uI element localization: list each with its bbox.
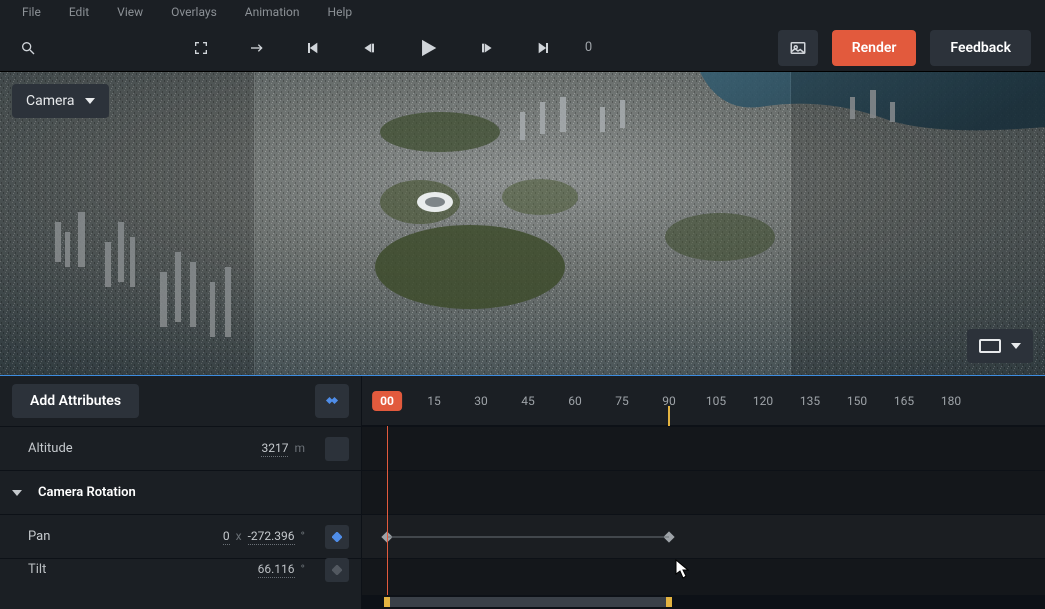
track-pan[interactable] — [362, 514, 1045, 558]
attribute-row-tilt: Tilt 66.116 ° — [0, 558, 361, 580]
ruler-tick[interactable]: 00 — [372, 391, 402, 411]
chevron-down-icon — [12, 488, 22, 498]
menu-overlays[interactable]: Overlays — [157, 3, 231, 21]
skip-end-icon[interactable] — [529, 34, 557, 62]
keyframe-toggle[interactable] — [325, 437, 349, 461]
search-icon[interactable] — [14, 34, 42, 62]
viewport-city-render — [0, 72, 1045, 375]
playhead[interactable] — [387, 426, 388, 595]
ruler-tick[interactable]: 60 — [568, 394, 582, 408]
keyframe-all-button[interactable] — [315, 384, 349, 418]
menu-edit[interactable]: Edit — [55, 3, 103, 21]
add-attributes-button[interactable]: Add Attributes — [12, 384, 139, 418]
keyframe-connector — [387, 536, 669, 537]
menu-file[interactable]: File — [8, 3, 55, 21]
ruler-tick[interactable]: 120 — [753, 394, 773, 408]
timeline: Add Attributes Altitude 3217 m Camera Ro… — [0, 375, 1045, 609]
timeline-tracks-panel: 00153045607590105120135150165180 — [362, 376, 1045, 609]
menu-bar: File Edit View Overlays Animation Help — [0, 0, 1045, 24]
arrow-right-icon[interactable] — [243, 34, 271, 62]
ruler-tick[interactable]: 105 — [706, 394, 726, 408]
step-forward-icon[interactable] — [473, 34, 501, 62]
keyframe-toggle[interactable] — [325, 558, 349, 582]
fullscreen-icon[interactable] — [187, 34, 215, 62]
range-bar[interactable] — [387, 597, 669, 607]
range-end-handle[interactable] — [666, 597, 672, 607]
attribute-row-pan: Pan 0 x -272.396 ° — [0, 514, 361, 558]
aspect-ratio-dropdown[interactable] — [967, 329, 1033, 363]
step-back-icon[interactable] — [355, 34, 383, 62]
attribute-label: Altitude — [28, 441, 118, 456]
frame-readout: 0 — [585, 40, 633, 55]
keyframe-pair-icon — [325, 394, 339, 408]
timeline-tracks — [362, 426, 1045, 595]
end-frame-marker[interactable] — [668, 406, 670, 426]
timeline-ruler[interactable]: 00153045607590105120135150165180 — [362, 376, 1045, 426]
attribute-row-altitude: Altitude 3217 m — [0, 426, 361, 470]
safe-area-left-line — [254, 72, 255, 375]
attribute-value[interactable]: 3217 m — [128, 441, 305, 457]
attribute-label: Tilt — [28, 562, 118, 577]
track-camera-rotation[interactable] — [362, 470, 1045, 514]
timeline-attribute-panel: Add Attributes Altitude 3217 m Camera Ro… — [0, 376, 362, 609]
attribute-value[interactable]: 66.116 ° — [128, 562, 305, 578]
ruler-tick[interactable]: 135 — [800, 394, 820, 408]
attribute-group-camera-rotation[interactable]: Camera Rotation — [0, 470, 361, 514]
attribute-value[interactable]: 0 x -272.396 ° — [128, 529, 305, 545]
attribute-label: Camera Rotation — [38, 485, 349, 500]
menu-animation[interactable]: Animation — [231, 3, 314, 21]
ruler-tick[interactable]: 30 — [474, 394, 488, 408]
camera-dropdown[interactable]: Camera — [12, 84, 109, 118]
play-icon[interactable] — [411, 31, 445, 65]
timeline-range-strip — [362, 595, 1045, 609]
track-altitude[interactable] — [362, 426, 1045, 470]
menu-help[interactable]: Help — [314, 3, 367, 21]
toolbar: 0 Render Feedback — [0, 24, 1045, 72]
ruler-tick[interactable]: 15 — [427, 394, 441, 408]
safe-area-right-line — [790, 72, 791, 375]
ruler-tick[interactable]: 45 — [521, 394, 535, 408]
snapshot-button[interactable] — [778, 30, 818, 66]
feedback-button[interactable]: Feedback — [930, 30, 1031, 66]
aspect-ratio-icon — [979, 339, 1001, 353]
ruler-tick[interactable]: 75 — [615, 394, 629, 408]
chevron-down-icon — [85, 96, 95, 106]
ruler-tick[interactable]: 165 — [894, 394, 914, 408]
ruler-tick[interactable]: 180 — [941, 394, 961, 408]
keyframe-icon — [332, 565, 342, 575]
range-start-handle[interactable] — [384, 597, 390, 607]
chevron-down-icon — [1011, 341, 1021, 351]
camera-dropdown-label: Camera — [26, 93, 75, 109]
attribute-label: Pan — [28, 529, 118, 544]
menu-view[interactable]: View — [103, 3, 157, 21]
skip-start-icon[interactable] — [299, 34, 327, 62]
keyframe-icon — [332, 532, 342, 542]
viewport[interactable]: Camera — [0, 72, 1045, 375]
ruler-tick[interactable]: 150 — [847, 394, 867, 408]
keyframe-toggle[interactable] — [325, 525, 349, 549]
render-button[interactable]: Render — [832, 30, 917, 66]
